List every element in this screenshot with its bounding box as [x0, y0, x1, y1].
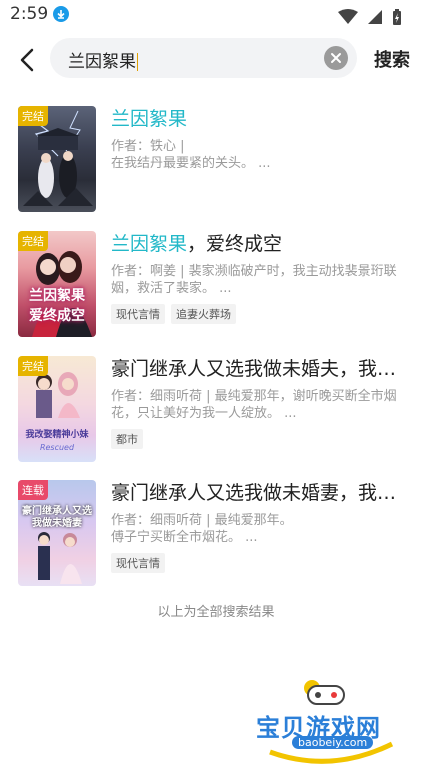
title-rest: 豪门继承人又选我做未婚夫，我改...: [111, 358, 411, 380]
book-title[interactable]: 兰因絮果: [111, 106, 411, 132]
author-line: 作者：铁心 |: [111, 139, 185, 154]
title-rest: 豪门继承人又选我做未婚妻，我改...: [111, 482, 411, 504]
search-result-1[interactable]: 完结 兰因絮果 作者：铁心 | 在我结丹最要紧的关头。 ...: [18, 106, 418, 212]
status-badge: 完结: [18, 106, 48, 126]
search-result-2[interactable]: 完结 兰因絮果 爱终成空 兰因絮果，爱终成空 作者：啊姜 | 裴家濒临破产时，我…: [18, 231, 418, 337]
tag-list: 都市: [111, 428, 411, 449]
tag-list: 现代言情 追妻火葬场: [111, 303, 411, 324]
title-highlight: 兰因絮果: [111, 108, 188, 130]
author-line: 作者：细雨听荷 | 最纯爱那年，谢听晚买断全市烟: [111, 389, 397, 404]
book-meta: 作者：铁心 | 在我结丹最要紧的关头。 ...: [111, 138, 411, 172]
genre-tag[interactable]: 都市: [111, 429, 143, 449]
book-title[interactable]: 豪门继承人又选我做未婚夫，我改...: [111, 356, 411, 382]
summary-line: 傅子宁买断全市烟花。 ...: [111, 530, 258, 545]
wifi-icon: [337, 8, 358, 24]
cover-title: 兰因絮果 爱终成空: [29, 288, 85, 324]
watermark-logo: 宝贝游戏网 baobeiy.com: [256, 674, 406, 764]
title-highlight: 兰因絮果: [111, 233, 188, 255]
book-title[interactable]: 豪门继承人又选我做未婚妻，我改...: [111, 480, 411, 506]
title-rest: ，爱终成空: [187, 233, 283, 255]
back-button[interactable]: [12, 44, 44, 76]
search-input-text[interactable]: 兰因絮果: [68, 47, 138, 72]
cover-title: 我改娶精神小妹: [25, 430, 89, 440]
cover-subtitle: Rescued: [39, 443, 75, 452]
download-icon: [53, 6, 69, 22]
cover-title: 豪门继承人又选我做未婚妻: [22, 506, 92, 529]
close-icon: [331, 53, 341, 63]
search-result-4[interactable]: 连载 豪门继承人又选我做未婚妻 豪门继承人又选我做未婚妻，我改... 作者：细雨…: [18, 480, 418, 586]
book-info: 兰因絮果 作者：铁心 | 在我结丹最要紧的关头。 ...: [111, 106, 411, 172]
status-badge: 连载: [18, 480, 48, 500]
end-of-results-text: 以上为全部搜索结果: [157, 605, 275, 620]
back-arrow-icon: [20, 48, 34, 72]
status-bar: 2:59: [0, 0, 432, 32]
text-cursor: [137, 53, 138, 71]
genre-tag[interactable]: 追妻火葬场: [171, 304, 236, 324]
clear-search-button[interactable]: [324, 46, 348, 70]
status-icons: [334, 6, 402, 26]
book-cover[interactable]: 连载 豪门继承人又选我做未婚妻: [18, 480, 96, 586]
author-line: 作者：细雨听荷 | 最纯爱那年。: [111, 513, 293, 528]
search-result-3[interactable]: 完结 我改娶精神小妹 Rescued 豪门继承人又选我做未婚夫，我改... 作者…: [18, 356, 418, 462]
signal-icon: [367, 9, 382, 24]
book-info: 豪门继承人又选我做未婚夫，我改... 作者：细雨听荷 | 最纯爱那年，谢听晚买断…: [111, 356, 411, 449]
book-cover[interactable]: 完结 兰因絮果 爱终成空: [18, 231, 96, 337]
summary-line: 在我结丹最要紧的关头。 ...: [111, 156, 271, 171]
search-input[interactable]: 兰因絮果: [50, 38, 357, 78]
status-time: 2:59: [10, 4, 49, 24]
summary-line: 花，只让美好为我一人绽放。 ...: [111, 406, 297, 421]
search-header: 兰因絮果 搜索: [0, 36, 432, 82]
book-cover[interactable]: 完结 我改娶精神小妹 Rescued: [18, 356, 96, 462]
genre-tag[interactable]: 现代言情: [111, 304, 165, 324]
tag-list: 现代言情: [111, 552, 411, 573]
book-info: 兰因絮果，爱终成空 作者：啊姜 | 裴家濒临破产时，我主动找裴景珩联 姻，救活了…: [111, 231, 411, 324]
book-meta: 作者：啊姜 | 裴家濒临破产时，我主动找裴景珩联 姻，救活了裴家。 ...: [111, 263, 411, 297]
book-info: 豪门继承人又选我做未婚妻，我改... 作者：细雨听荷 | 最纯爱那年。 傅子宁买…: [111, 480, 411, 573]
status-badge: 完结: [18, 356, 48, 376]
book-meta: 作者：细雨听荷 | 最纯爱那年，谢听晚买断全市烟 花，只让美好为我一人绽放。 .…: [111, 388, 411, 422]
book-meta: 作者：细雨听荷 | 最纯爱那年。 傅子宁买断全市烟花。 ...: [111, 512, 411, 546]
book-title[interactable]: 兰因絮果，爱终成空: [111, 231, 411, 257]
status-badge: 完结: [18, 231, 48, 251]
author-line: 作者：啊姜 | 裴家濒临破产时，我主动找裴景珩联: [111, 264, 397, 279]
watermark-url: baobeiy.com: [292, 736, 374, 749]
genre-tag[interactable]: 现代言情: [111, 553, 165, 573]
summary-line: 姻，救活了裴家。 ...: [111, 281, 232, 296]
search-button[interactable]: 搜索: [374, 46, 410, 72]
book-cover[interactable]: 完结: [18, 106, 96, 212]
battery-icon: [393, 8, 401, 25]
